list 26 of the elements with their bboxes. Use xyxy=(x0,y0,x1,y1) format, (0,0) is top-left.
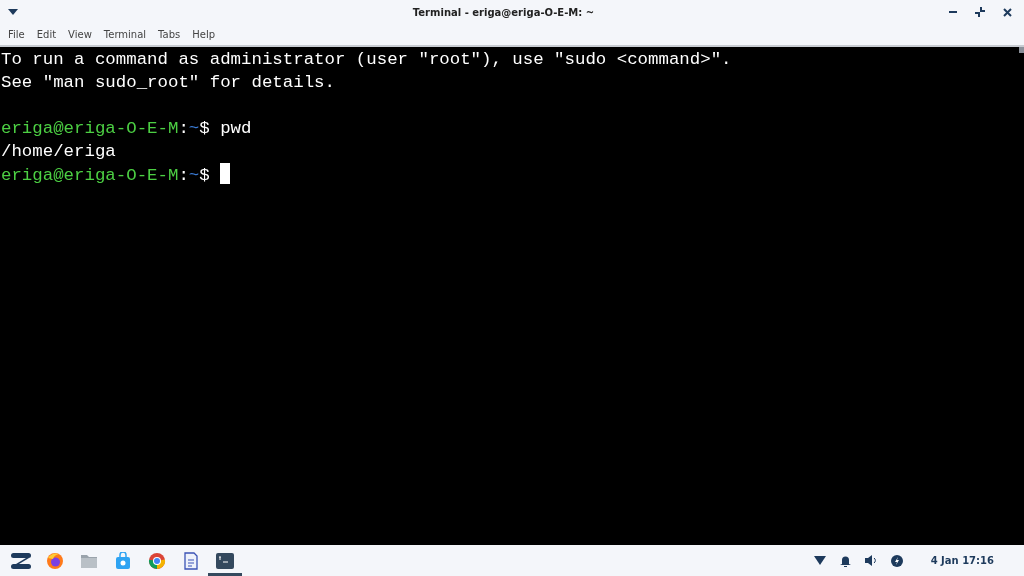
document-icon[interactable] xyxy=(184,551,198,570)
wifi-icon[interactable] xyxy=(813,556,826,565)
terminal-output: See "man sudo_root" for details. xyxy=(1,73,335,92)
terminal-prompt: eriga@eriga-O-E-M:~$ xyxy=(1,119,210,138)
menu-icon[interactable] xyxy=(10,551,32,570)
bell-icon[interactable] xyxy=(839,554,851,567)
menu-item[interactable]: Help xyxy=(186,29,222,40)
terminal-icon[interactable] xyxy=(216,552,234,569)
menu-item[interactable]: Tabs xyxy=(152,29,187,40)
terminal-command: pwd xyxy=(220,119,252,138)
dropdown-icon[interactable] xyxy=(8,9,18,15)
menu-item[interactable]: Edit xyxy=(30,29,63,40)
speaker-icon[interactable] xyxy=(864,555,877,566)
window-title: Terminal - eriga@eriga-O-E-M: ~ xyxy=(411,6,596,18)
terminal-output: /home/eriga xyxy=(1,142,116,161)
terminal-output: To run a command as administrator (user "root"), use "sudo <command>". xyxy=(1,50,732,69)
close-icon[interactable] xyxy=(1003,7,1012,17)
browser-icon[interactable] xyxy=(46,551,64,570)
terminal-prompt: eriga@eriga-O-E-M:~$ xyxy=(1,166,210,185)
power-icon[interactable] xyxy=(890,554,903,567)
scrollbar-thumb[interactable] xyxy=(1019,47,1024,53)
chrome-icon[interactable] xyxy=(148,551,166,570)
menu-item[interactable]: View xyxy=(62,29,98,40)
menu-item[interactable]: Terminal xyxy=(97,29,153,40)
menu-item[interactable]: File xyxy=(2,29,31,40)
clock[interactable]: 4 Jan 17:16 xyxy=(930,555,994,566)
